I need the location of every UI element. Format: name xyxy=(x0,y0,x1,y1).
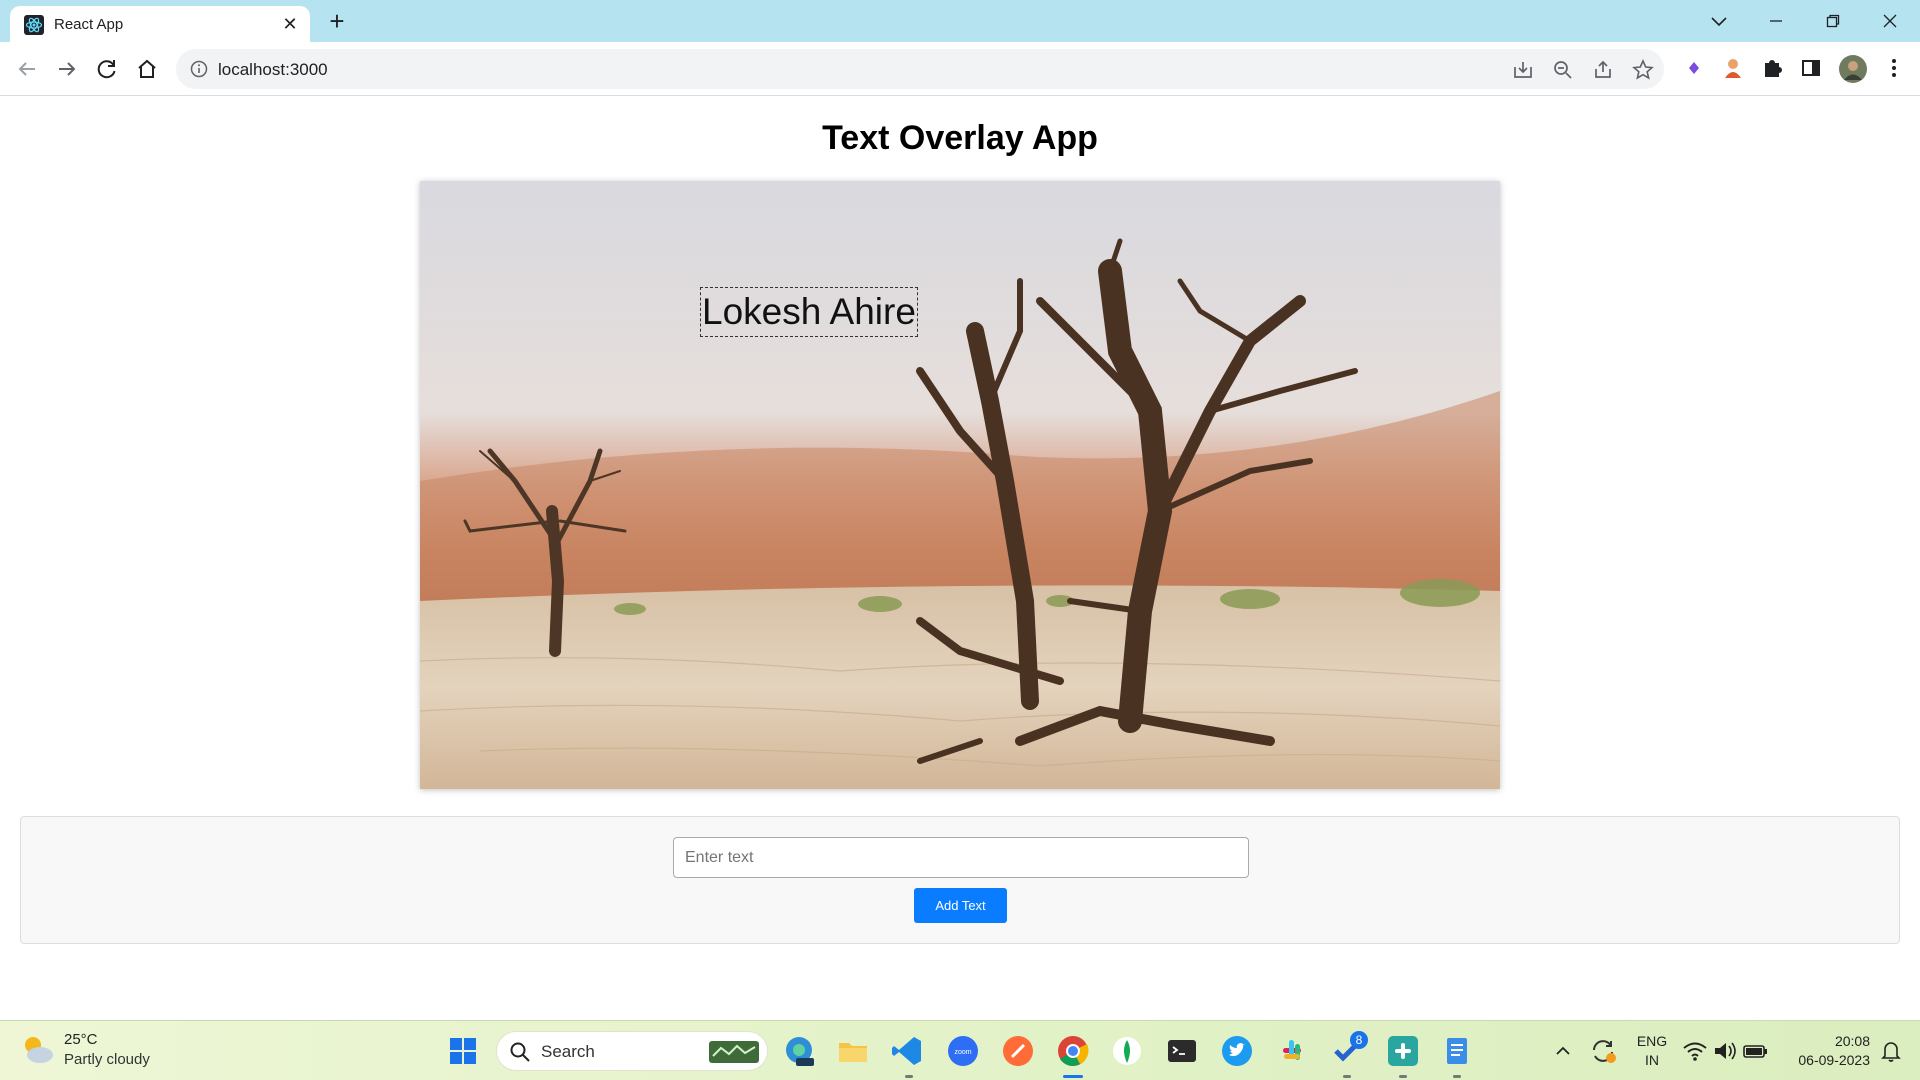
tab-close-icon[interactable]: ✕ xyxy=(280,14,300,34)
edge-beta-icon[interactable] xyxy=(782,1034,816,1068)
new-tab-button[interactable]: + xyxy=(324,8,350,35)
file-explorer-icon[interactable] xyxy=(836,1034,870,1068)
weather-temperature[interactable]: 25°C xyxy=(64,1031,98,1048)
chrome-icon[interactable] xyxy=(1056,1034,1090,1068)
language-indicator[interactable]: ENG xyxy=(1632,1033,1672,1049)
react-favicon-icon xyxy=(24,15,44,35)
forward-icon[interactable] xyxy=(52,54,82,84)
zoom-app-icon[interactable]: zoom xyxy=(946,1034,980,1068)
postman-icon[interactable] xyxy=(1001,1034,1035,1068)
extension-avatar-icon[interactable] xyxy=(1719,54,1747,82)
text-input[interactable] xyxy=(673,837,1249,878)
install-app-icon[interactable] xyxy=(1512,59,1534,81)
zoom-icon[interactable] xyxy=(1552,59,1574,81)
mongodb-compass-icon[interactable] xyxy=(1110,1034,1144,1068)
clock-date[interactable]: 06-09-2023 xyxy=(1782,1052,1870,1068)
desert-landscape-picture xyxy=(420,181,1500,789)
search-highlight-icon xyxy=(707,1038,761,1071)
battery-icon[interactable] xyxy=(1740,1034,1774,1068)
side-panel-icon[interactable] xyxy=(1797,54,1825,82)
twitter-icon[interactable] xyxy=(1220,1034,1254,1068)
close-window-icon[interactable] xyxy=(1870,6,1910,36)
profile-avatar[interactable] xyxy=(1838,54,1867,83)
url-text[interactable]: localhost:3000 xyxy=(218,60,328,80)
restore-icon[interactable] xyxy=(1813,6,1853,36)
terminal-icon[interactable] xyxy=(1165,1034,1199,1068)
taskbar-search[interactable]: Search xyxy=(496,1031,768,1071)
browser-tab[interactable]: React App ✕ xyxy=(10,6,310,42)
taskbar: 25°C Partly cloudy Search zoom 8 ENG IN … xyxy=(0,1020,1920,1080)
share-icon[interactable] xyxy=(1592,59,1614,81)
running-indicator xyxy=(1453,1075,1461,1078)
running-indicator xyxy=(905,1075,913,1078)
vscode-icon[interactable] xyxy=(890,1034,924,1068)
minimize-icon[interactable] xyxy=(1756,6,1796,36)
wifi-icon[interactable] xyxy=(1680,1034,1714,1068)
home-icon[interactable] xyxy=(132,54,162,84)
menu-kebab-icon[interactable] xyxy=(1880,54,1908,82)
weather-description[interactable]: Partly cloudy xyxy=(64,1051,150,1068)
notification-badge: 8 xyxy=(1350,1031,1368,1049)
extensions-puzzle-icon[interactable] xyxy=(1758,54,1786,82)
page-content: Text Overlay App Lokesh Ahire Enter text… xyxy=(0,97,1920,1020)
active-app-indicator xyxy=(1063,1075,1083,1078)
tab-title: React App xyxy=(54,16,124,33)
search-label: Search xyxy=(541,1042,595,1061)
browser-toolbar: localhost:3000 xyxy=(0,42,1920,96)
show-hidden-icons-chevron-icon[interactable] xyxy=(1546,1036,1580,1070)
notepad-icon[interactable] xyxy=(1440,1034,1474,1068)
reload-icon[interactable] xyxy=(92,54,122,84)
extension-purple-icon[interactable] xyxy=(1680,54,1708,82)
browser-tab-strip: React App ✕ + xyxy=(0,0,1920,42)
windows-start-icon[interactable] xyxy=(446,1034,480,1068)
address-bar[interactable]: localhost:3000 xyxy=(176,49,1664,89)
svg-text:zoom: zoom xyxy=(954,1049,971,1056)
slack-workspace-icon[interactable] xyxy=(1386,1034,1420,1068)
volume-icon[interactable] xyxy=(1710,1034,1744,1068)
add-text-button[interactable]: Add Text xyxy=(914,888,1007,923)
desert-image: Lokesh Ahire xyxy=(420,181,1500,789)
slack-icon[interactable] xyxy=(1275,1034,1309,1068)
controls-panel: Add Text xyxy=(20,816,1900,944)
draggable-overlay-text[interactable]: Lokesh Ahire xyxy=(700,287,918,337)
clock-time[interactable]: 20:08 xyxy=(1782,1033,1870,1049)
tab-search-chevron-icon[interactable] xyxy=(1699,6,1739,36)
site-info-icon[interactable] xyxy=(190,60,208,78)
bookmark-star-icon[interactable] xyxy=(1632,59,1654,81)
running-indicator xyxy=(1399,1075,1407,1078)
partly-cloudy-icon[interactable] xyxy=(20,1033,56,1067)
back-icon[interactable] xyxy=(12,54,42,84)
region-indicator[interactable]: IN xyxy=(1632,1052,1672,1068)
notifications-bell-icon[interactable] xyxy=(1876,1034,1910,1068)
search-icon xyxy=(509,1041,531,1068)
sync-icon[interactable] xyxy=(1586,1034,1620,1068)
page-title: Text Overlay App xyxy=(822,119,1098,157)
running-indicator xyxy=(1343,1075,1351,1078)
